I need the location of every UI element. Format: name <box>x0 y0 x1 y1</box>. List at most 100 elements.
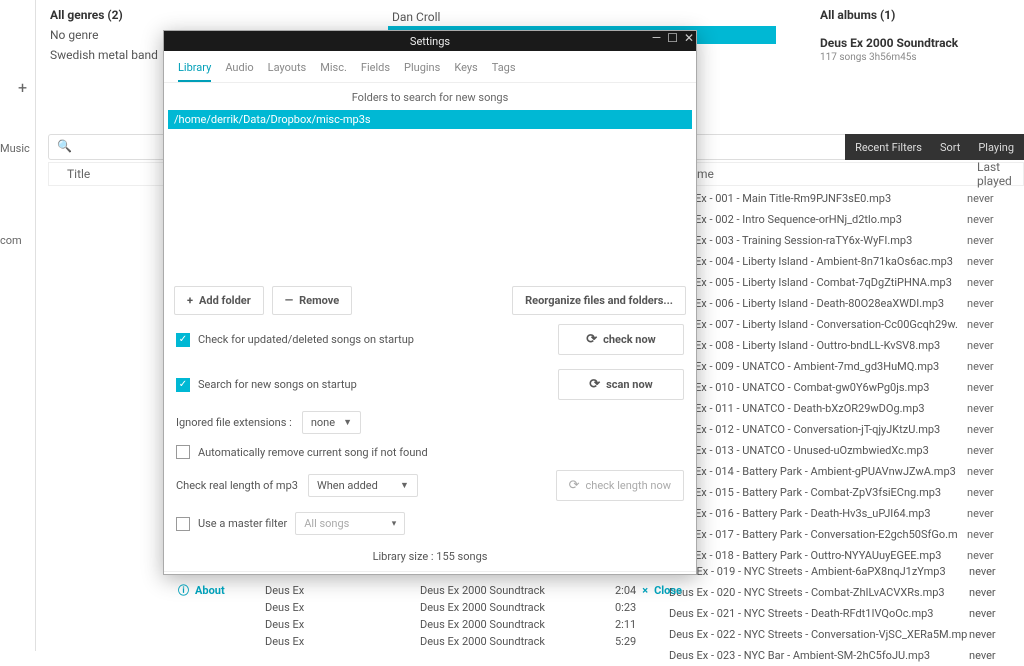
add-folder-button[interactable]: + Add folder <box>174 286 264 315</box>
table-row[interactable]: Ex - 010 - UNATCO - Combat-gw0Y6wPg0js.m… <box>695 377 1024 398</box>
search-new-checkbox[interactable]: ✓ <box>176 378 190 392</box>
table-row[interactable]: Ex - 001 - Main Title-Rm9PJNF3sE0.mp3nev… <box>695 188 1024 209</box>
tab-layouts[interactable]: Layouts <box>268 57 307 82</box>
albums-header[interactable]: All albums (1) <box>820 8 958 22</box>
search-new-label: Search for new songs on startup <box>198 378 357 391</box>
table-row[interactable]: Deus Ex - 019 - NYC Streets - Ambient-6a… <box>669 561 1019 582</box>
library-size-label: Library size : 155 songs <box>164 542 696 571</box>
folder-list[interactable]: /home/derrik/Data/Dropbox/misc-mp3s <box>168 110 692 282</box>
refresh-icon <box>589 377 600 392</box>
dialog-titlebar[interactable]: Settings — ☐ ✕ <box>164 31 696 51</box>
col-last-played[interactable]: Last played <box>977 160 1023 188</box>
check-length-label: Check real length of mp3 <box>176 479 298 492</box>
table-row[interactable]: Ex - 012 - UNATCO - Conversation-jT-qjyJ… <box>695 419 1024 440</box>
check-length-now-button[interactable]: check length now <box>556 470 684 501</box>
table-row[interactable]: Deus ExDeus Ex 2000 Soundtrack2:11 <box>265 616 695 633</box>
table-row[interactable]: Deus Ex - 023 - NYC Bar - Ambient-SM-2hC… <box>669 645 1019 666</box>
track-filename: Ex - 005 - Liberty Island - Combat-7qDgZ… <box>695 276 967 289</box>
ignored-ext-select[interactable]: none ▼ <box>302 411 361 434</box>
check-length-select[interactable]: When added ▼ <box>308 474 418 497</box>
close-button[interactable]: × Close <box>642 584 682 597</box>
add-folder-label: Add folder <box>199 294 251 307</box>
track-filename: Deus Ex - 020 - NYC Streets - Combat-ZhI… <box>669 586 969 599</box>
table-row[interactable]: Ex - 009 - UNATCO - Ambient-7md_gd3HuMQ.… <box>695 356 1024 377</box>
track-last-played: never <box>967 465 1017 478</box>
table-row[interactable]: Ex - 016 - Battery Park - Death-Hv3s_uPJ… <box>695 503 1024 524</box>
table-row[interactable]: Ex - 006 - Liberty Island - Death-80O28e… <box>695 293 1024 314</box>
table-row[interactable]: Deus ExDeus Ex 2000 Soundtrack5:29 <box>265 633 695 650</box>
table-row[interactable]: Ex - 002 - Intro Sequence-orHNj_d2tlo.mp… <box>695 209 1024 230</box>
minimize-icon[interactable]: — <box>652 31 661 45</box>
settings-tabs: Library Audio Layouts Misc. Fields Plugi… <box>164 51 696 83</box>
track-last-played: never <box>969 586 1019 599</box>
recent-filters-button[interactable]: Recent Filters <box>855 141 922 154</box>
auto-remove-checkbox[interactable] <box>176 445 190 459</box>
table-row[interactable]: Deus Ex - 021 - NYC Streets - Death-RFdt… <box>669 603 1019 624</box>
table-row[interactable]: Ex - 015 - Battery Park - Combat-ZpV3fsi… <box>695 482 1024 503</box>
track-last-played: never <box>967 297 1017 310</box>
track-filename: Ex - 014 - Battery Park - Ambient-gPUAVn… <box>695 465 967 478</box>
track-last-played: never <box>967 507 1017 520</box>
table-row[interactable]: Ex - 014 - Battery Park - Ambient-gPUAVn… <box>695 461 1024 482</box>
col-name[interactable]: me <box>697 167 714 181</box>
table-row[interactable]: Ex - 008 - Liberty Island - Outtro-bndLL… <box>695 335 1024 356</box>
sort-button[interactable]: Sort <box>940 141 960 154</box>
info-icon: ⓘ <box>178 582 189 598</box>
track-last-played: never <box>967 276 1017 289</box>
dialog-title: Settings <box>410 35 450 48</box>
add-tab-button[interactable]: + <box>18 78 27 97</box>
check-updated-label: Check for updated/deleted songs on start… <box>198 333 414 346</box>
playing-button[interactable]: Playing <box>978 141 1014 154</box>
check-updated-checkbox[interactable]: ✓ <box>176 333 190 347</box>
settings-dialog: Settings — ☐ ✕ Library Audio Layouts Mis… <box>163 30 697 575</box>
remove-folder-button[interactable]: — Remove <box>272 286 352 315</box>
master-filter-checkbox[interactable] <box>176 517 190 531</box>
close-x-icon: × <box>642 584 648 597</box>
tab-library[interactable]: Library <box>178 57 211 82</box>
album-title[interactable]: Deus Ex 2000 Soundtrack <box>820 36 958 50</box>
search-icon: 🔍 <box>57 139 72 153</box>
folder-path-item[interactable]: /home/derrik/Data/Dropbox/misc-mp3s <box>168 110 692 129</box>
table-row[interactable]: Ex - 007 - Liberty Island - Conversation… <box>695 314 1024 335</box>
master-filter-select: All songs ▾ <box>295 512 405 535</box>
tab-plugins[interactable]: Plugins <box>404 57 440 82</box>
master-filter-label: Use a master filter <box>198 517 287 530</box>
ignored-ext-label: Ignored file extensions : <box>176 416 292 429</box>
filters-bar: Recent Filters Sort Playing <box>845 134 1024 160</box>
check-now-button[interactable]: check now <box>558 324 684 355</box>
artist-row[interactable]: Dan Croll <box>388 8 776 26</box>
tab-misc[interactable]: Misc. <box>320 57 347 82</box>
table-row[interactable]: Ex - 011 - UNATCO - Death-bXzOR29wDOg.mp… <box>695 398 1024 419</box>
close-icon[interactable]: ✕ <box>684 31 694 45</box>
track-last-played: never <box>967 423 1017 436</box>
about-button[interactable]: ⓘ About <box>178 582 225 598</box>
scan-now-button[interactable]: scan now <box>558 369 684 400</box>
track-last-played: never <box>967 381 1017 394</box>
tab-fields[interactable]: Fields <box>361 57 390 82</box>
track-last-played: never <box>967 444 1017 457</box>
artist-cell: Deus Ex <box>265 618 420 631</box>
table-row[interactable]: Deus Ex - 020 - NYC Streets - Combat-ZhI… <box>669 582 1019 603</box>
table-row[interactable]: Deus Ex - 022 - NYC Streets - Conversati… <box>669 624 1019 645</box>
maximize-icon[interactable]: ☐ <box>667 31 678 45</box>
table-row[interactable]: Ex - 013 - UNATCO - Unused-uOzmbwiedXc.m… <box>695 440 1024 461</box>
track-filename: Deus Ex - 021 - NYC Streets - Death-RFdt… <box>669 607 969 620</box>
refresh-icon <box>586 332 597 347</box>
table-row[interactable]: Ex - 017 - Battery Park - Conversation-E… <box>695 524 1024 545</box>
track-last-played: never <box>967 213 1017 226</box>
track-filename: Ex - 013 - UNATCO - Unused-uOzmbwiedXc.m… <box>695 444 967 457</box>
table-row[interactable]: Ex - 005 - Liberty Island - Combat-7qDgZ… <box>695 272 1024 293</box>
time-cell: 2:11 <box>615 618 675 631</box>
check-now-label: check now <box>603 333 656 346</box>
tab-audio[interactable]: Audio <box>225 57 253 82</box>
track-filename: Ex - 001 - Main Title-Rm9PJNF3sE0.mp3 <box>695 192 967 205</box>
table-row[interactable]: Ex - 003 - Training Session-raTY6x-WyFI.… <box>695 230 1024 251</box>
genres-header[interactable]: All genres (2) <box>50 8 380 22</box>
tab-tags[interactable]: Tags <box>492 57 516 82</box>
album-cell: Deus Ex 2000 Soundtrack <box>420 618 615 631</box>
reorganize-button[interactable]: Reorganize files and folders... <box>512 286 686 315</box>
track-filename: Ex - 002 - Intro Sequence-orHNj_d2tlo.mp… <box>695 213 967 226</box>
table-row[interactable]: Ex - 004 - Liberty Island - Ambient-8n71… <box>695 251 1024 272</box>
tab-keys[interactable]: Keys <box>454 57 477 82</box>
track-last-played: never <box>967 255 1017 268</box>
